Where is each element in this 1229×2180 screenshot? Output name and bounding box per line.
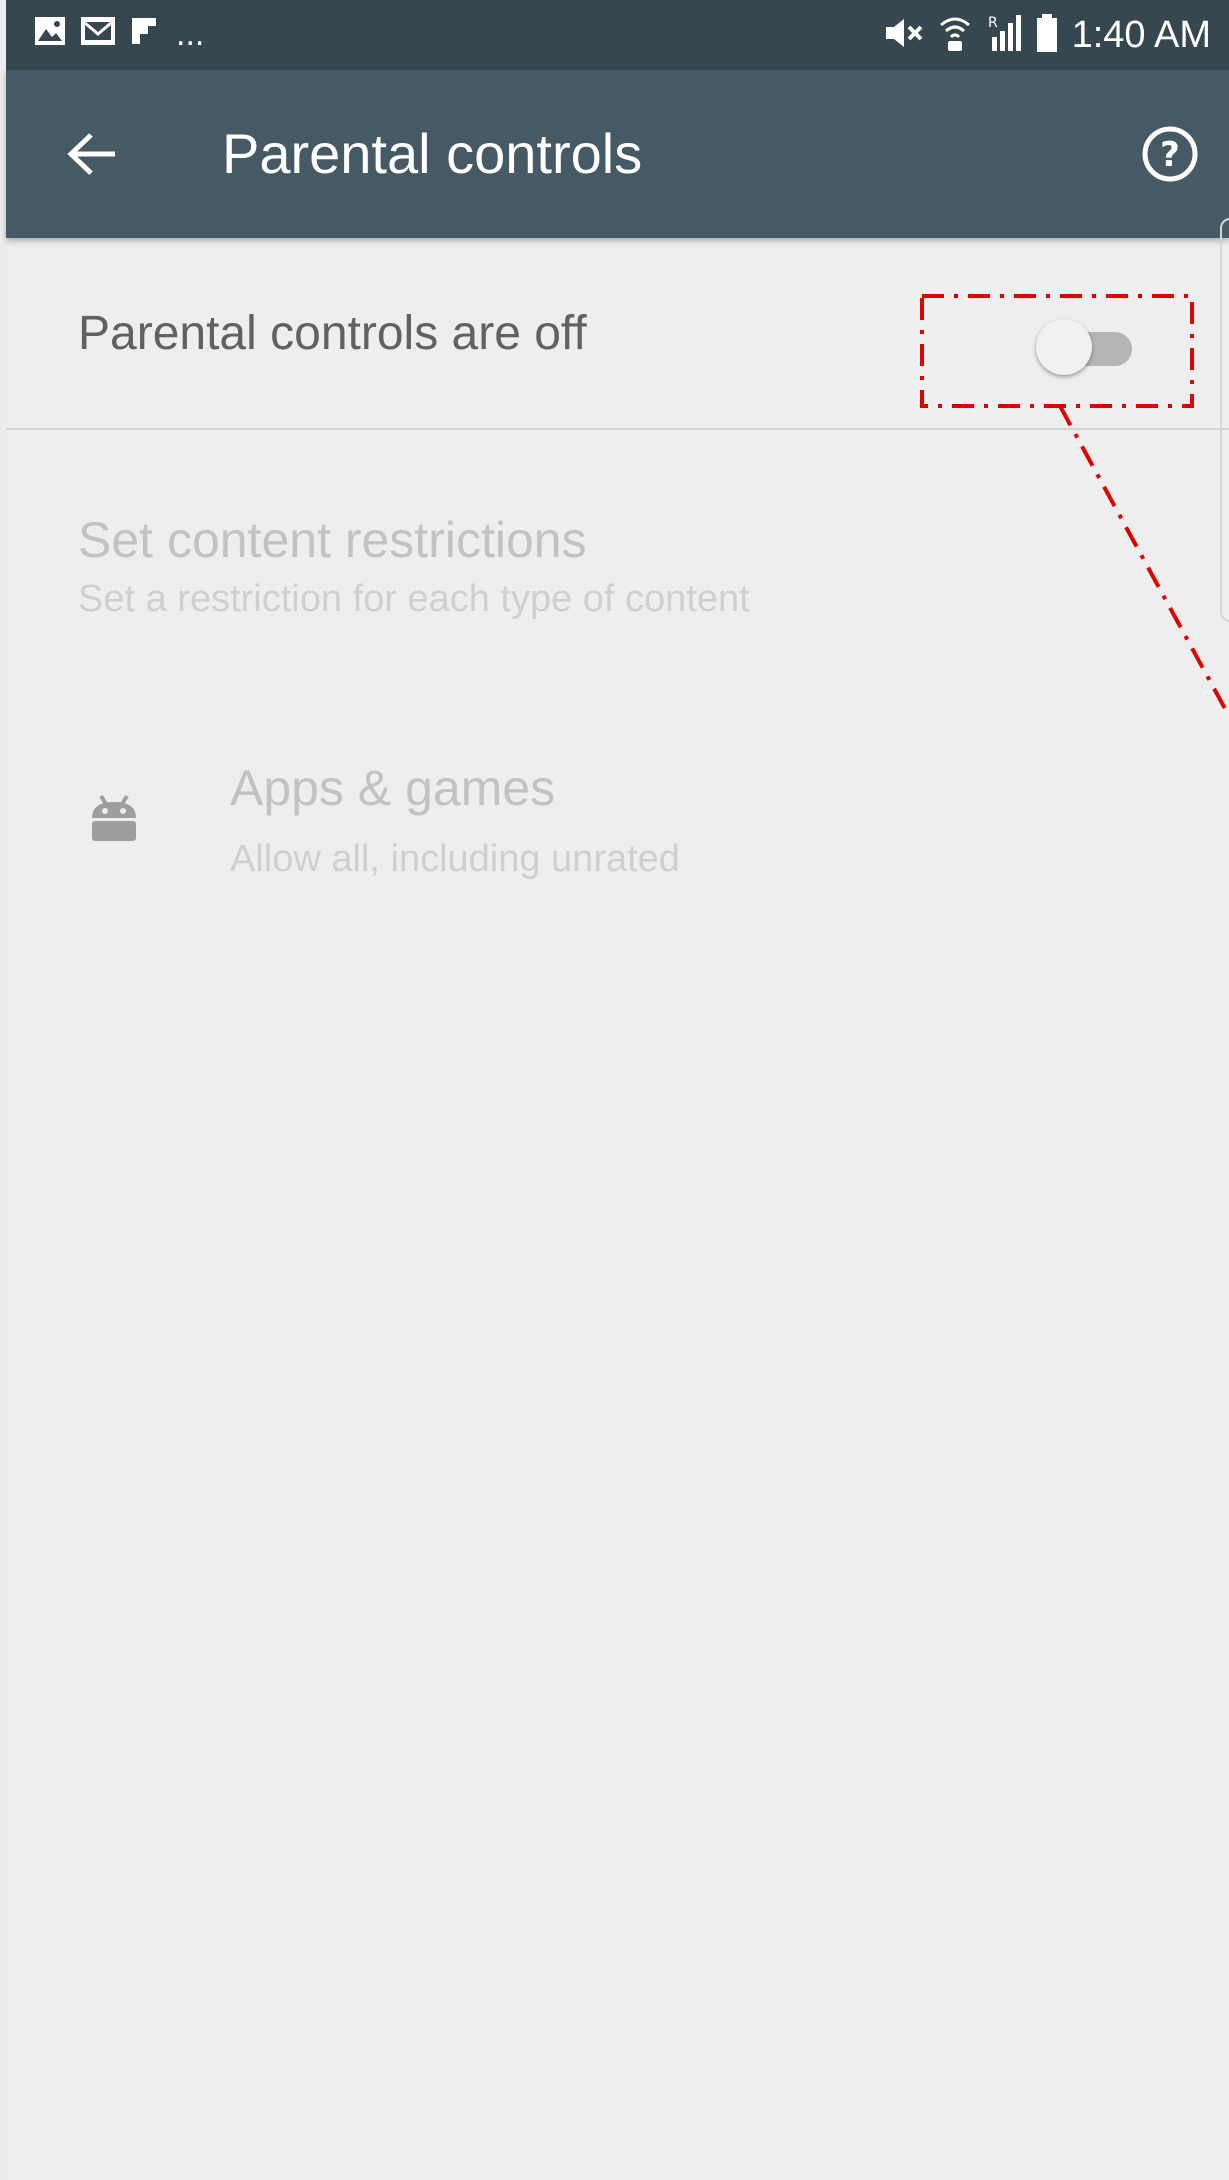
svg-text:R: R — [988, 15, 998, 31]
mute-icon — [882, 15, 924, 56]
divider — [6, 428, 1229, 430]
list-item-apps-games: Apps & games Allow all, including unrate… — [6, 758, 1229, 908]
status-time: 1:40 AM — [1071, 14, 1211, 56]
status-bar: ... R 1:40 AM — [6, 0, 1229, 70]
edge-panel-handle[interactable] — [1220, 218, 1229, 622]
email-icon — [80, 16, 116, 51]
gallery-icon — [34, 16, 66, 51]
svg-text:?: ? — [1160, 135, 1180, 175]
parental-controls-toggle-row[interactable]: Parental controls are off — [6, 238, 1229, 430]
status-bar-notifications: ... — [34, 16, 204, 51]
content-restrictions-section: Set content restrictions Set a restricti… — [78, 510, 750, 622]
signal-roaming-icon: R — [986, 13, 1022, 58]
back-button[interactable] — [58, 120, 126, 188]
content-restrictions-title: Set content restrictions — [78, 512, 587, 568]
app-bar: Parental controls ? — [6, 70, 1229, 238]
flipboard-icon — [130, 16, 158, 51]
help-circle-icon: ? — [1142, 126, 1198, 182]
page-title: Parental controls — [222, 122, 643, 185]
battery-icon — [1036, 13, 1058, 58]
status-bar-system: R 1:40 AM — [882, 10, 1211, 60]
help-button[interactable]: ? — [1133, 117, 1207, 191]
android-icon — [86, 790, 142, 846]
list-item-subtitle: Allow all, including unrated — [230, 838, 680, 880]
content-restrictions-subtitle: Set a restriction for each type of conte… — [78, 578, 750, 620]
list-item-title: Apps & games — [230, 760, 556, 816]
status-overflow: ... — [176, 14, 205, 53]
parental-controls-switch[interactable] — [1036, 318, 1136, 375]
arrow-back-icon — [67, 133, 115, 175]
wifi-calling-icon — [938, 13, 972, 58]
toggle-label: Parental controls are off — [78, 307, 587, 360]
switch-thumb — [1036, 319, 1092, 375]
